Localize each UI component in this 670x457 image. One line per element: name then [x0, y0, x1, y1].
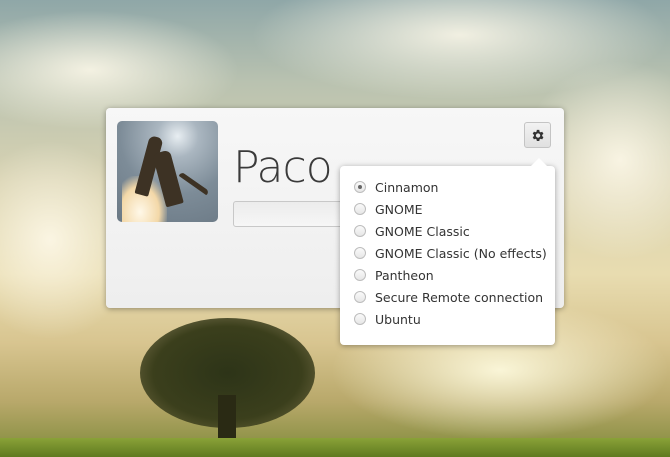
radio[interactable] — [354, 203, 366, 215]
radio[interactable] — [354, 291, 366, 303]
session-option-gnome[interactable]: GNOME — [354, 199, 423, 219]
user-name: Paco — [233, 142, 333, 193]
avatar — [117, 121, 218, 222]
radio[interactable] — [354, 247, 366, 259]
option-label: GNOME Classic (No effects) — [375, 245, 547, 261]
session-option-cinnamon[interactable]: Cinnamon — [354, 177, 438, 197]
radio[interactable] — [354, 269, 366, 281]
session-button[interactable] — [524, 122, 551, 148]
session-option-gnome-classic-no-effects[interactable]: GNOME Classic (No effects) — [354, 243, 547, 263]
radio[interactable] — [354, 313, 366, 325]
option-label: Cinnamon — [375, 179, 439, 195]
option-label: Pantheon — [375, 267, 434, 283]
session-menu: Cinnamon GNOME GNOME Classic GNOME Class… — [340, 158, 555, 345]
session-option-gnome-classic[interactable]: GNOME Classic — [354, 221, 470, 241]
gear-icon — [532, 129, 544, 141]
radio-checked[interactable] — [354, 181, 366, 193]
option-label: GNOME — [375, 201, 423, 217]
option-label: Secure Remote connection — [375, 289, 544, 305]
session-option-ubuntu[interactable]: Ubuntu — [354, 309, 421, 329]
session-option-pantheon[interactable]: Pantheon — [354, 265, 434, 285]
option-label: Ubuntu — [375, 311, 421, 327]
session-option-secure-remote[interactable]: Secure Remote connection — [354, 287, 543, 307]
radio[interactable] — [354, 225, 366, 237]
option-label: GNOME Classic — [375, 223, 470, 239]
